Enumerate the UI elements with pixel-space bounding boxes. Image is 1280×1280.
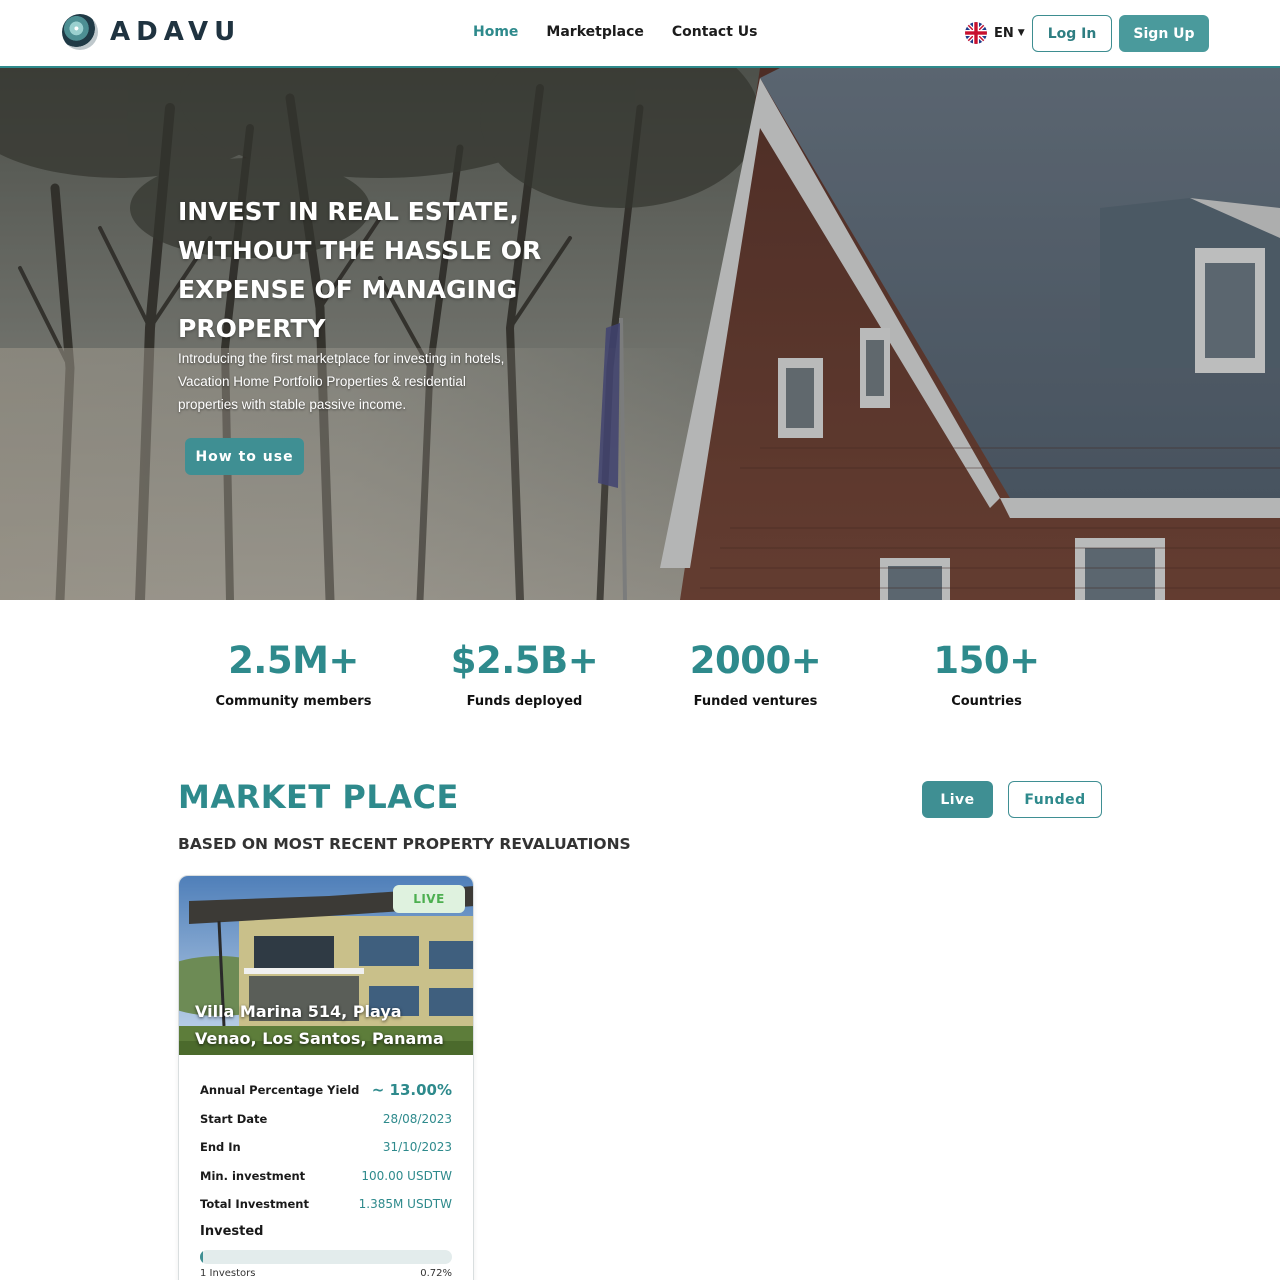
tab-live[interactable]: Live — [922, 781, 993, 818]
stat-countries: 150+ Countries — [871, 638, 1102, 718]
stat-label: Funds deployed — [466, 694, 583, 709]
stat-label: Countries — [951, 694, 1022, 709]
invested-percent: 0.72% — [420, 1268, 452, 1279]
investment-summary: 1 Investors 0.72% — [200, 1268, 452, 1279]
site-header: ADAVU Home Marketplace Contact Us EN ▼ L… — [0, 0, 1280, 68]
stat-value: 2000+ — [689, 639, 822, 682]
nav-home[interactable]: Home — [473, 24, 518, 40]
stat-value: 2.5M+ — [228, 639, 359, 682]
stats-row: 2.5M+ Community members $2.5B+ Funds dep… — [178, 638, 1102, 718]
detail-row-total-investment: Total Investment 1.385M USDTW — [200, 1190, 452, 1219]
detail-value: 31/10/2023 — [382, 1140, 452, 1155]
investors-count: 1 Investors — [200, 1268, 256, 1279]
detail-row-min-investment: Min. investment 100.00 USDTW — [200, 1162, 452, 1191]
detail-row-start-date: Start Date 28/08/2023 — [200, 1105, 452, 1134]
stat-value: 150+ — [933, 639, 1040, 682]
language-selector[interactable]: EN ▼ — [965, 22, 1025, 44]
detail-label: Annual Percentage Yield — [200, 1083, 360, 1098]
stat-value: $2.5B+ — [450, 639, 599, 682]
detail-label: Min. investment — [200, 1168, 306, 1183]
detail-row-end-date: End In 31/10/2023 — [200, 1133, 452, 1162]
stat-label: Funded ventures — [693, 694, 818, 709]
marketplace-title: MARKET PLACE — [178, 778, 459, 816]
tab-funded[interactable]: Funded — [1008, 781, 1102, 818]
caret-down-icon: ▼ — [1017, 28, 1025, 38]
stat-community-members: 2.5M+ Community members — [178, 638, 409, 718]
detail-row-apy: Annual Percentage Yield ~ 13.00% — [200, 1076, 452, 1105]
detail-label: Start Date — [200, 1111, 268, 1126]
property-name: Villa Marina 514, Playa Venao, Los Santo… — [195, 1002, 444, 1048]
detail-label: Total Investment — [200, 1197, 309, 1212]
stat-funded-ventures: 2000+ Funded ventures — [640, 638, 871, 718]
property-image: LIVE Villa Marina 514, Playa Venao, Los … — [179, 876, 473, 1055]
hero-subtitle: Introducing the first marketplace for in… — [178, 351, 505, 412]
logo[interactable]: ADAVU — [62, 14, 241, 50]
signup-button[interactable]: Sign Up — [1119, 15, 1209, 52]
marketplace-subtitle: BASED ON MOST RECENT PROPERTY REVALUATIO… — [178, 835, 631, 853]
detail-value: 100.00 USDTW — [361, 1168, 452, 1183]
nav-contact-us[interactable]: Contact Us — [672, 24, 758, 40]
detail-value: 1.385M USDTW — [358, 1197, 452, 1212]
live-badge: LIVE — [393, 885, 465, 913]
detail-value: 28/08/2023 — [382, 1111, 452, 1126]
property-card[interactable]: LIVE Villa Marina 514, Playa Venao, Los … — [178, 875, 474, 1280]
language-code: EN — [994, 25, 1014, 41]
main-nav: Home Marketplace Contact Us — [473, 24, 757, 40]
stat-label: Community members — [215, 694, 372, 709]
uk-flag-icon — [965, 22, 987, 44]
how-to-use-button[interactable]: How to use — [185, 438, 304, 475]
detail-label: End In — [200, 1140, 241, 1155]
logo-text: ADAVU — [110, 17, 242, 47]
nav-marketplace[interactable]: Marketplace — [546, 24, 643, 40]
property-details: Annual Percentage Yield ~ 13.00% Start D… — [200, 1076, 452, 1219]
hero-section: INVEST IN REAL ESTATE, WITHOUT THE HASSL… — [0, 68, 1280, 600]
login-button[interactable]: Log In — [1032, 15, 1112, 52]
detail-value: ~ 13.00% — [371, 1081, 452, 1100]
stat-funds-deployed: $2.5B+ Funds deployed — [409, 638, 640, 718]
globe-logo-icon — [62, 14, 98, 50]
invested-label: Invested — [200, 1224, 264, 1239]
hero-title: INVEST IN REAL ESTATE, WITHOUT THE HASSL… — [178, 197, 542, 343]
investment-progress-bar — [200, 1250, 452, 1264]
progress-fill — [200, 1250, 204, 1264]
